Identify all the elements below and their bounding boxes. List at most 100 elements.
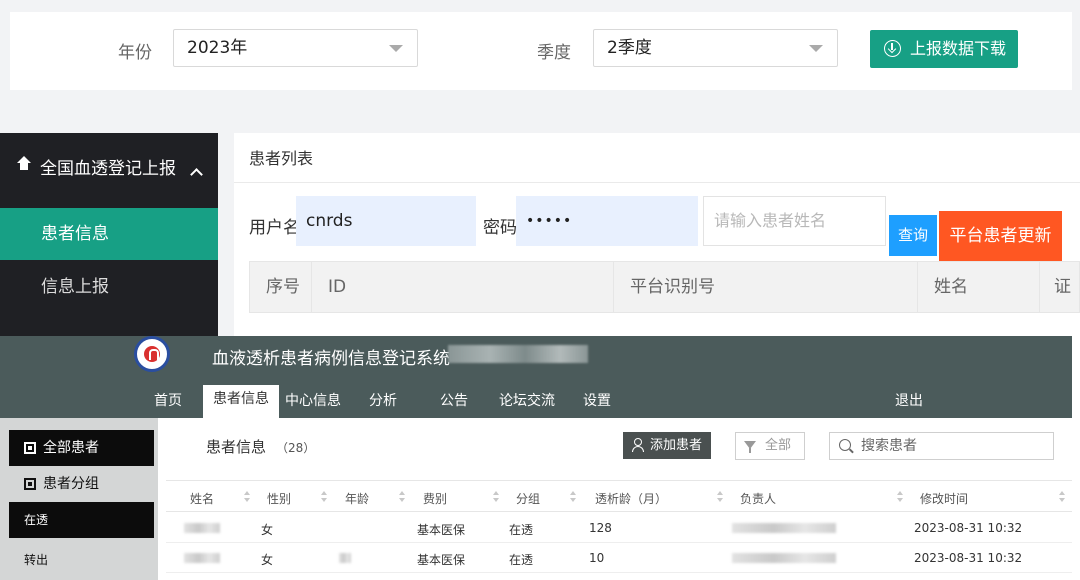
dialysis-months-cell: 10	[589, 551, 605, 565]
report-filter-panel: 年份 2023年 季度 2季度 上报数据下载	[0, 0, 1080, 118]
column-header[interactable]: 姓名	[190, 490, 214, 507]
column-header: 姓名	[918, 262, 1040, 312]
sort-icon[interactable]	[570, 490, 576, 504]
filter-all-button[interactable]: 全部	[735, 432, 805, 460]
sort-icon[interactable]	[399, 490, 405, 504]
nav-analysis[interactable]: 分析	[369, 390, 397, 410]
redacted-age	[339, 553, 351, 563]
year-select[interactable]: 2023年	[173, 29, 418, 67]
sidebar-header[interactable]: 全国血透登记上报	[0, 133, 218, 203]
sidebar-item-info-report[interactable]: 信息上报	[0, 261, 218, 313]
all-patients-label: 全部患者	[43, 440, 99, 456]
fee-cell: 基本医保	[417, 523, 466, 537]
transferred-out-label: 转出	[24, 553, 49, 567]
group-cell: 在透	[509, 523, 534, 537]
nav-announcements[interactable]: 公告	[440, 390, 468, 410]
sort-icon[interactable]	[493, 490, 499, 504]
patient-name-placeholder: 请输入患者姓名	[714, 211, 827, 230]
table-row[interactable]: 女 基本医保 在透 128 2023-08-31 10:32	[166, 513, 1072, 543]
patient-count: （28）	[276, 441, 316, 455]
sidebar-header-label: 全国血透登记上报	[40, 159, 176, 179]
column-header[interactable]: 修改时间	[920, 490, 968, 507]
column-header: 证	[1054, 277, 1071, 297]
hemodialysis-system-panel: 血液透析患者病例信息登记系统 · 首页 患者信息 中心信息 分析 公告 论坛交流…	[0, 336, 1080, 580]
square-icon	[24, 442, 36, 454]
logout-link[interactable]: 退出	[895, 390, 923, 410]
nav-center-info[interactable]: 中心信息	[285, 390, 341, 410]
sidebar-item-label: 患者信息	[41, 224, 109, 244]
column-header[interactable]: 分组	[516, 490, 540, 507]
username-label: 用户名	[249, 218, 300, 238]
download-report-label: 上报数据下载	[910, 39, 1007, 58]
table-row[interactable]: 女 基本医保 在透 10 2023-08-31 10:32	[166, 543, 1072, 573]
password-field[interactable]: •••••	[516, 196, 698, 246]
quarter-select[interactable]: 2季度	[593, 29, 838, 67]
patient-groups-button[interactable]: 患者分组	[9, 466, 154, 502]
year-label: 年份	[118, 43, 152, 63]
modified-time-cell: 2023-08-31 10:32	[914, 521, 1023, 535]
search-icon	[839, 439, 851, 451]
column-header: 序号	[250, 262, 312, 312]
patient-list-title: 患者列表	[249, 149, 314, 168]
patient-list-section: 患者列表 用户名 cnrds 密码 ••••• 请输入患者姓名 查询 平台患者更…	[234, 133, 1080, 336]
sort-icon[interactable]	[321, 490, 327, 504]
home-icon	[17, 156, 31, 173]
dialysis-months-cell: 128	[589, 521, 612, 535]
sidebar-item-patient-info[interactable]: 患者信息	[0, 208, 218, 260]
system-logo	[134, 336, 170, 372]
user-icon	[632, 438, 644, 452]
redacted-name	[184, 523, 220, 533]
registry-panel: 全国血透登记上报 患者信息 信息上报 患者列表 用户名 cnrds 密码 •••…	[0, 118, 1080, 336]
platform-update-button[interactable]: 平台患者更新	[939, 211, 1062, 261]
all-patients-button[interactable]: 全部患者	[9, 430, 154, 466]
patient-filter-sidebar: 全部患者 患者分组 在透 转出	[0, 418, 158, 580]
quarter-label: 季度	[537, 43, 571, 63]
sidebar-item-label: 信息上报	[41, 277, 109, 297]
download-report-button[interactable]: 上报数据下载	[870, 30, 1018, 68]
registry-sidebar: 全国血透登记上报 患者信息 信息上报	[0, 133, 218, 336]
nav-home[interactable]: 首页	[154, 390, 182, 410]
column-header[interactable]: 性别	[267, 490, 291, 507]
nav-patient-info[interactable]: 患者信息	[203, 385, 279, 418]
sort-icon[interactable]	[717, 490, 723, 504]
add-patient-button[interactable]: 添加患者	[623, 432, 711, 459]
column-header[interactable]: 费别	[423, 490, 447, 507]
gender-cell: 女	[261, 523, 274, 537]
chevron-down-icon	[809, 45, 823, 52]
redacted-manager	[732, 523, 836, 533]
square-icon	[24, 478, 36, 490]
group-cell: 在透	[509, 553, 534, 567]
patient-groups-label: 患者分组	[43, 476, 99, 492]
transferred-out-button[interactable]: 转出	[9, 542, 154, 578]
patient-table-header: 姓名 性别 年龄 费别 分组 透析龄（月） 负责人 修改时间	[166, 480, 1072, 512]
system-header: 血液透析患者病例信息登记系统 · 首页 患者信息 中心信息 分析 公告 论坛交流…	[0, 336, 1072, 418]
divider	[234, 182, 1080, 183]
query-button[interactable]: 查询	[889, 215, 937, 256]
search-patient-input[interactable]: 搜索患者	[829, 432, 1054, 460]
year-select-value: 2023年	[187, 38, 248, 58]
patient-info-content: 患者信息 （28） 添加患者 全部 搜索患者 姓名 性别 年龄 费别 分组 透析…	[166, 424, 1072, 580]
chevron-up-icon[interactable]	[190, 168, 203, 181]
sort-icon[interactable]	[244, 490, 250, 504]
fee-cell: 基本医保	[417, 553, 466, 567]
quarter-select-value: 2季度	[607, 38, 652, 58]
add-patient-label: 添加患者	[650, 438, 703, 453]
column-header: ID	[312, 262, 614, 312]
column-header[interactable]: 透析龄（月）	[595, 490, 667, 507]
username-field[interactable]: cnrds	[296, 196, 476, 246]
funnel-icon	[744, 441, 756, 453]
sort-icon[interactable]	[1059, 490, 1065, 504]
password-value: •••••	[526, 213, 573, 229]
patient-name-input[interactable]: 请输入患者姓名	[703, 196, 886, 246]
search-placeholder: 搜索患者	[861, 438, 917, 454]
patient-table-header: 序号 ID 平台识别号 姓名 证	[249, 261, 1080, 313]
username-value: cnrds	[306, 211, 353, 231]
column-header[interactable]: 年龄	[345, 490, 369, 507]
filter-all-label: 全部	[765, 438, 792, 453]
sort-icon[interactable]	[897, 490, 903, 504]
modified-time-cell: 2023-08-31 10:32	[914, 551, 1023, 565]
column-header[interactable]: 负责人	[740, 490, 776, 507]
on-dialysis-button[interactable]: 在透	[9, 502, 154, 538]
nav-forum[interactable]: 论坛交流	[499, 390, 555, 410]
nav-settings[interactable]: 设置	[583, 390, 611, 410]
